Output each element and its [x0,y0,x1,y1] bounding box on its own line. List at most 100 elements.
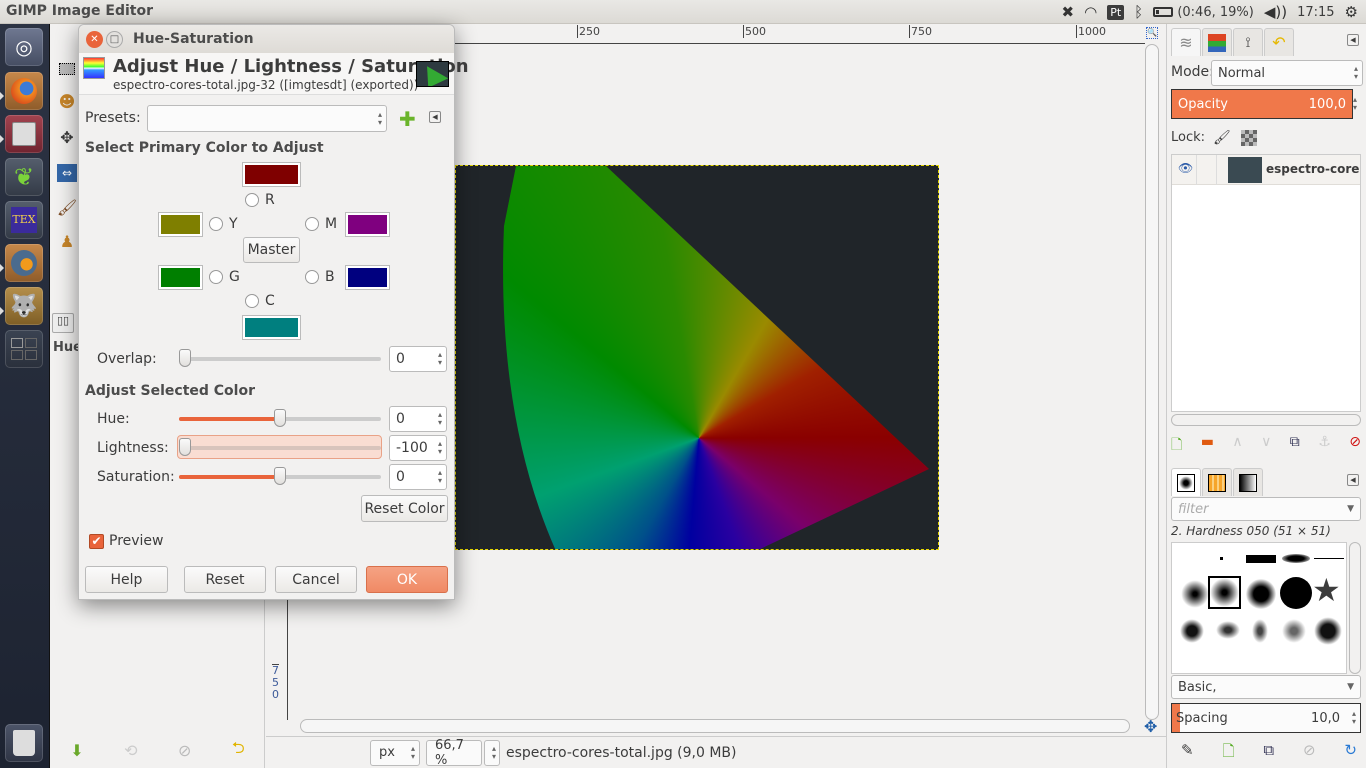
clone-tool[interactable]: ♟ [56,230,78,252]
layer-row[interactable]: 👁 espectro-cores-te [1172,155,1360,185]
delete-options-icon[interactable]: ⊘ [178,741,191,760]
tab-undo-history[interactable]: ↶ [1264,28,1294,56]
settings-gear-icon[interactable]: ⚙ [1345,3,1358,21]
brush-item[interactable] [1280,577,1312,609]
launcher-mcomix[interactable]: ❦ [5,158,43,196]
hue-spinbutton[interactable]: 0 ▴ ▾ [389,406,447,432]
radio-green[interactable] [209,270,223,284]
tab-gradients[interactable] [1233,468,1263,496]
cancel-button[interactable]: Cancel [275,566,357,593]
image-canvas[interactable] [455,165,939,550]
swatch-blue[interactable] [345,265,390,290]
duplicate-brush-icon[interactable]: ⧉ [1263,741,1274,763]
clock[interactable]: 17:15 [1297,5,1334,20]
swatch-magenta[interactable] [345,212,390,237]
overlap-slider-thumb[interactable] [179,349,191,367]
lock-alpha-icon[interactable] [1241,130,1257,146]
brush-item[interactable] [1314,617,1342,645]
brush-item[interactable] [1282,619,1306,643]
ok-button[interactable]: OK [366,566,448,593]
brush-item[interactable] [1180,619,1204,643]
opacity-slider[interactable]: Opacity 100,0 [1171,89,1353,119]
launcher-dash[interactable]: ◎ [5,28,43,66]
close-button[interactable]: ✕ [86,31,103,48]
launcher-files[interactable] [5,115,43,153]
brush-item[interactable] [1216,621,1240,639]
swatch-cyan[interactable] [242,315,301,340]
brush-item[interactable] [1220,557,1223,560]
hue-slider[interactable] [179,409,381,427]
saturation-slider[interactable] [179,467,381,485]
delete-brush-icon[interactable]: ⊘ [1303,741,1316,763]
layers-list[interactable]: 👁 espectro-cores-te [1171,154,1361,412]
foreground-select-tool[interactable]: ☻ [56,90,78,112]
unit-select[interactable]: px ▴ ▾ [370,739,420,766]
tab-layers[interactable]: ≋ [1171,28,1201,56]
radio-cyan[interactable] [245,294,259,308]
brush-item-selected[interactable] [1208,576,1241,609]
navigate-icon[interactable]: ✥ [1144,717,1157,736]
horizontal-scrollbar[interactable] [300,719,1130,733]
layer-name[interactable]: espectro-cores-te [1266,162,1360,176]
lightness-spinbutton[interactable]: -100 ▴ ▾ [389,435,447,461]
spacing-slider[interactable]: Spacing 10,0 ▴ ▾ [1171,703,1361,733]
opacity-spin-arrows[interactable]: ▴ ▾ [1353,96,1357,112]
brush-filter-input[interactable]: filter ▼ [1171,497,1361,521]
launcher-gimp[interactable]: 🐺 [5,287,43,325]
preview-checkbox[interactable]: ✔ [89,534,104,549]
tab-patterns[interactable] [1202,468,1232,496]
tab-brushes[interactable] [1171,468,1201,496]
mode-select[interactable]: Normal ▴ ▾ [1211,60,1363,86]
help-button[interactable]: Help [85,566,168,593]
volume-icon[interactable]: ◀)) [1264,3,1287,21]
saturation-slider-thumb[interactable] [274,467,286,485]
launcher-firefox[interactable] [5,72,43,110]
lightness-slider-thumb[interactable] [179,438,191,456]
layers-hscrollbar[interactable] [1171,414,1361,426]
maximize-button[interactable]: □ [106,31,123,48]
eye-visibility-icon[interactable]: 👁 [1178,161,1193,175]
zoom-navigate-button[interactable]: 🔍 [1146,27,1158,39]
brush-item[interactable] [1246,555,1276,563]
duplicate-layer-icon[interactable]: ⧉ [1290,434,1300,456]
brush-item[interactable] [1252,619,1268,643]
swatch-yellow[interactable] [158,212,203,237]
launcher-workspaces[interactable] [5,330,43,368]
new-layer-group-icon[interactable]: ▬ [1201,434,1214,456]
launcher-texworks[interactable]: TEX [5,201,43,239]
restore-options-icon[interactable]: ⟲ [124,741,137,760]
new-layer-icon[interactable]: 🗋 [1171,434,1182,456]
zoom-dropdown[interactable]: ▴ ▾ [484,739,500,766]
reset-color-button[interactable]: Reset Color [361,495,448,522]
overlap-slider[interactable] [179,349,381,367]
dock-menu-button[interactable]: ◀ [1347,34,1359,46]
brush-item[interactable] [1314,558,1344,559]
rect-select-tool[interactable] [56,58,78,80]
presets-combo[interactable]: ▴ ▾ [147,105,387,132]
tool-options-tab[interactable]: ▯▯ [52,313,74,333]
delete-layer-icon[interactable]: ⊘ [1349,434,1361,456]
wifi-icon[interactable]: ◠ [1084,3,1097,21]
move-tool[interactable]: ✥ [56,126,78,148]
brushes-vscrollbar[interactable] [1349,542,1361,674]
radio-magenta[interactable] [305,217,319,231]
radio-yellow[interactable] [209,217,223,231]
brush-item[interactable] [1246,579,1276,609]
launcher-cura[interactable] [5,244,43,282]
brush-item[interactable] [1180,579,1210,609]
raise-layer-icon[interactable]: ∧ [1232,434,1242,456]
presets-menu-button[interactable]: ◀ [429,111,441,123]
battery-indicator[interactable]: (0:46, 19%) [1153,5,1254,20]
save-options-icon[interactable]: ⬇ [70,741,83,760]
hue-slider-thumb[interactable] [274,409,286,427]
lightness-slider[interactable] [179,438,381,456]
saturation-spinbutton[interactable]: 0 ▴ ▾ [389,464,447,490]
flip-tool[interactable]: ⇔ [56,162,78,184]
dialog-titlebar[interactable]: ✕ □ Hue-Saturation [79,25,454,53]
brush-item-star[interactable]: ★ [1312,573,1341,607]
overlap-spinbutton[interactable]: 0 ▴ ▾ [389,346,447,372]
tab-channels[interactable] [1202,28,1232,56]
launcher-trash[interactable] [5,724,43,762]
swatch-red[interactable] [242,162,301,187]
lock-pixels-icon[interactable]: 🖌 [1213,130,1231,146]
